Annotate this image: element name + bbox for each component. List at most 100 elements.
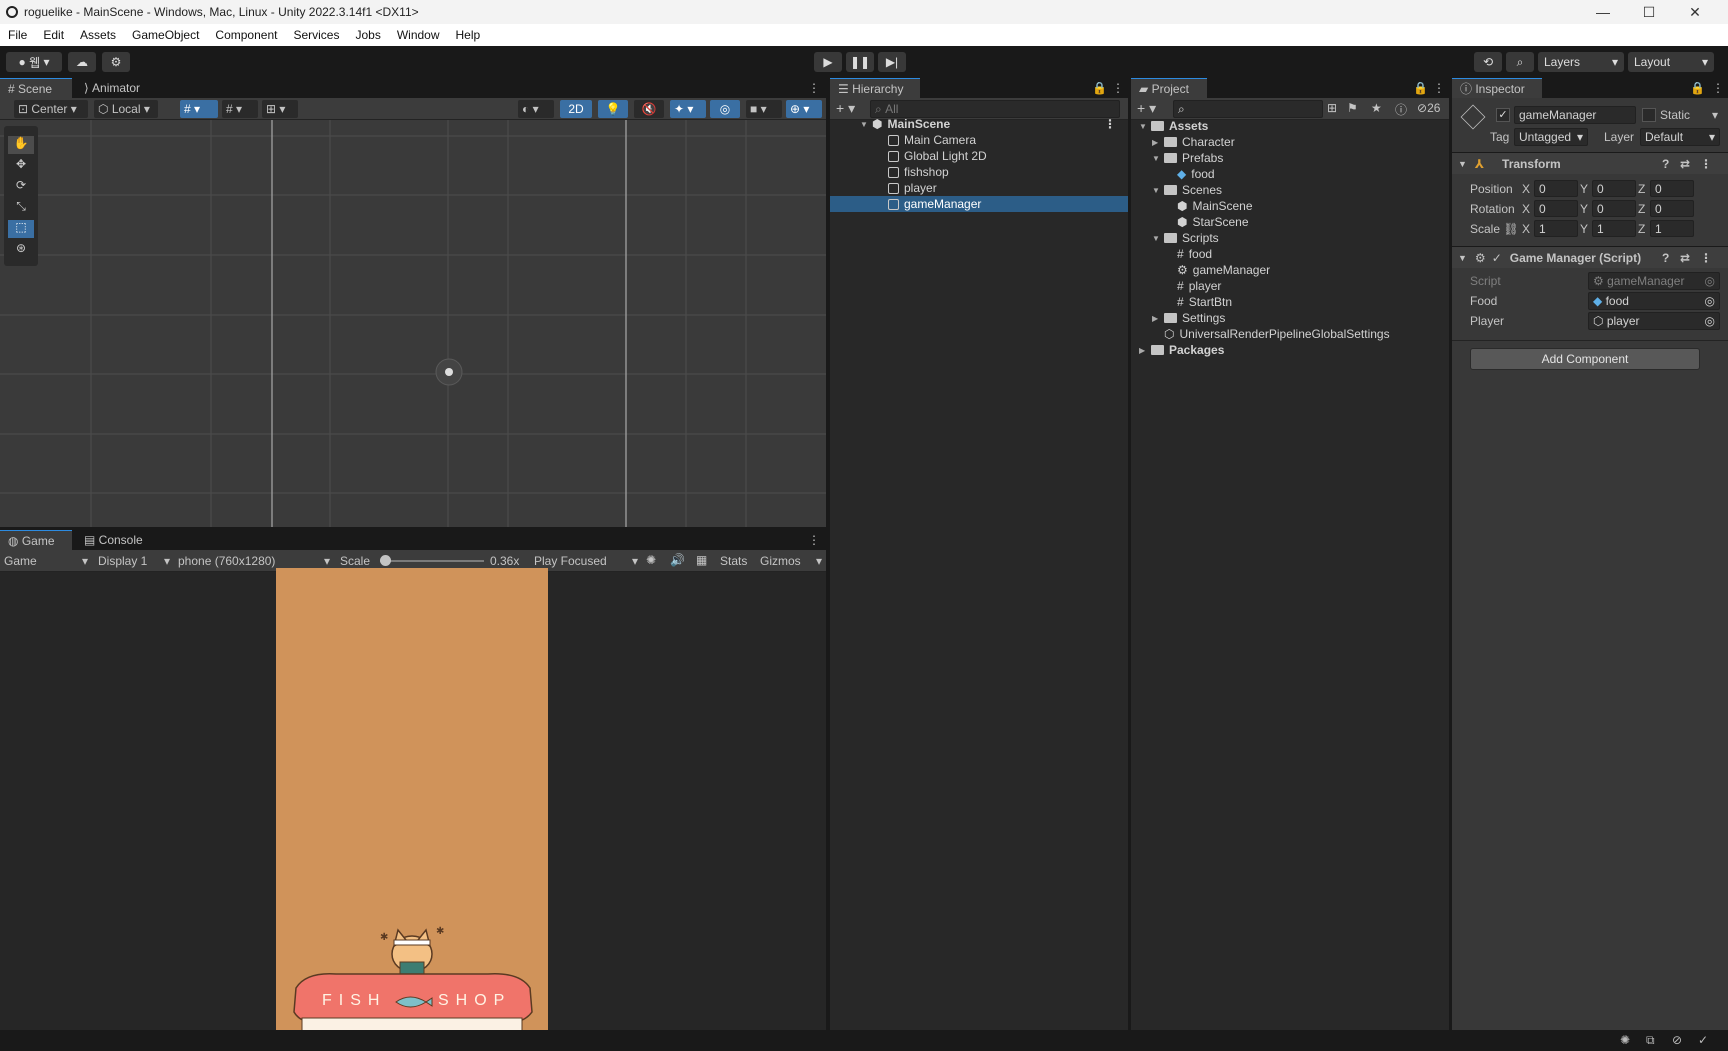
move-tool-icon[interactable]: ✥ xyxy=(8,157,34,175)
play-button[interactable]: ▶ xyxy=(814,52,842,72)
chevron-right-icon[interactable]: ▶ xyxy=(1152,138,1162,147)
link-icon[interactable]: ⛓ xyxy=(1503,222,1518,236)
rotation-y-field[interactable]: 0 xyxy=(1592,200,1636,217)
transform-tool-icon[interactable]: ⊛ xyxy=(8,241,34,259)
history-button[interactable]: ⟲ xyxy=(1474,52,1502,72)
layers-dropdown[interactable]: Layers ▾ xyxy=(1538,52,1624,72)
project-item[interactable]: # player xyxy=(1165,278,1221,294)
inspector-menu-icon[interactable]: ⋮ xyxy=(1704,78,1728,98)
project-item[interactable]: ⬡ UniversalRenderPipelineGlobalSettings xyxy=(1152,326,1390,342)
chevron-right-icon[interactable]: ▶ xyxy=(1152,314,1162,323)
scene-menu-icon[interactable]: ⋮ xyxy=(1104,117,1116,131)
bug-icon[interactable]: ✺ xyxy=(1620,1033,1630,1047)
project-item[interactable]: ◆ food xyxy=(1165,166,1215,182)
menu-edit[interactable]: Edit xyxy=(35,28,72,42)
pause-button[interactable]: ❚❚ xyxy=(846,52,874,72)
scale-slider-handle[interactable] xyxy=(380,555,391,566)
menu-file[interactable]: File xyxy=(0,28,35,42)
component-menu-icon[interactable]: ⋮ xyxy=(1700,251,1712,265)
speaker-icon[interactable]: 🔊 xyxy=(670,553,685,567)
chevron-right-icon[interactable]: ▶ xyxy=(1139,346,1149,355)
component-enabled-checkbox[interactable]: ✓ xyxy=(1492,251,1502,265)
tab-hierarchy[interactable]: ☰ Hierarchy xyxy=(830,78,920,98)
scene-menu-icon[interactable]: ⋮ xyxy=(800,78,828,98)
game-viewport[interactable]: ✱ ✱ FISH SHOP xyxy=(276,568,548,1030)
hidden-packages-button[interactable]: ⊘26 xyxy=(1417,101,1440,115)
2d-toggle-button[interactable]: 2D xyxy=(560,100,592,118)
project-item[interactable]: ▶ Character xyxy=(1152,134,1235,150)
gizmos-dropdown[interactable]: ⊕ ▾ xyxy=(786,100,822,118)
stats-grid-icon[interactable]: ▦ xyxy=(696,553,707,567)
resolution-dropdown[interactable]: phone (760x1280) ▾ xyxy=(178,554,330,568)
layers-stack-icon[interactable]: ⧉ xyxy=(1646,1033,1655,1048)
position-y-field[interactable]: 0 xyxy=(1592,180,1636,197)
camera-dropdown[interactable]: ■ ▾ xyxy=(746,100,782,118)
food-object-field[interactable]: ◆ food ◎ xyxy=(1588,292,1720,310)
menu-gameobject[interactable]: GameObject xyxy=(124,28,207,42)
favorite-icon[interactable]: ★ xyxy=(1371,101,1382,115)
rotation-x-field[interactable]: 0 xyxy=(1534,200,1578,217)
maximize-button[interactable]: ☐ xyxy=(1626,0,1672,24)
space-local-dropdown[interactable]: ⬡ Local ▾ xyxy=(94,100,158,118)
object-name-field[interactable]: gameManager xyxy=(1514,106,1636,124)
search-button[interactable]: ⌕ xyxy=(1506,52,1534,72)
player-object-field[interactable]: ⬡ player ◎ xyxy=(1588,312,1720,330)
grid-snap-button[interactable]: # ▾ xyxy=(180,100,218,118)
transform-header[interactable]: ▼ ⅄ Transform ? ⇄ ⋮ xyxy=(1452,152,1728,174)
project-item[interactable]: ▶ Packages xyxy=(1139,342,1224,358)
rotate-tool-icon[interactable]: ⟳ xyxy=(8,178,34,196)
search-by-type-icon[interactable]: ⊞ xyxy=(1327,101,1337,115)
help-icon[interactable]: ? xyxy=(1662,251,1669,265)
project-item[interactable]: ▼ Assets xyxy=(1139,118,1208,134)
add-component-button[interactable]: Add Component xyxy=(1470,348,1700,370)
tag-dropdown[interactable]: Untagged ▾ xyxy=(1514,128,1588,146)
gizmos-dropdown[interactable]: Gizmos ▾ xyxy=(760,554,822,568)
close-button[interactable]: ✕ xyxy=(1672,0,1718,24)
display-dropdown[interactable]: Display 1 ▾ xyxy=(98,554,170,568)
menu-assets[interactable]: Assets xyxy=(72,28,124,42)
progress-done-icon[interactable]: ✓ xyxy=(1698,1033,1708,1047)
info-icon[interactable]: ⓘ xyxy=(1395,101,1407,118)
hierarchy-scene-root[interactable]: ▼ ⬢ MainScene ⋮ xyxy=(860,116,1120,132)
scale-z-field[interactable]: 1 xyxy=(1650,220,1694,237)
minimize-button[interactable]: — xyxy=(1580,0,1626,24)
layer-dropdown[interactable]: Default ▾ xyxy=(1640,128,1720,146)
project-item[interactable]: ▼ Scenes xyxy=(1152,182,1222,198)
tab-animator[interactable]: ⟩ Animator xyxy=(76,78,160,98)
chevron-down-icon[interactable]: ▼ xyxy=(1152,154,1162,163)
chevron-down-icon[interactable]: ▼ xyxy=(1152,186,1162,195)
active-checkbox[interactable]: ✓ xyxy=(1496,108,1510,122)
help-icon[interactable]: ? xyxy=(1662,157,1669,171)
grid-visibility-button[interactable]: # ▾ xyxy=(222,100,258,118)
preset-icon[interactable]: ⇄ xyxy=(1680,251,1690,265)
menu-component[interactable]: Component xyxy=(207,28,285,42)
position-z-field[interactable]: 0 xyxy=(1650,180,1694,197)
draw-mode-dropdown[interactable]: ◐ ▾ xyxy=(518,100,554,118)
menu-help[interactable]: Help xyxy=(448,28,489,42)
menu-jobs[interactable]: Jobs xyxy=(347,28,388,42)
step-button[interactable]: ▶| xyxy=(878,52,906,72)
effects-dropdown[interactable]: ✦ ▾ xyxy=(670,100,706,118)
stats-button[interactable]: Stats xyxy=(720,554,747,568)
tab-console[interactable]: ▤ Console xyxy=(76,530,156,550)
project-search-input[interactable]: ⌕ xyxy=(1173,100,1323,118)
script-component-header[interactable]: ▼ ⚙ ✓ Game Manager (Script) ? ⇄ ⋮ xyxy=(1452,246,1728,268)
static-dropdown-icon[interactable]: ▾ xyxy=(1712,108,1718,122)
project-item[interactable]: ⬢ MainScene xyxy=(1165,198,1253,214)
tab-scene[interactable]: # Scene xyxy=(0,78,72,98)
position-x-field[interactable]: 0 xyxy=(1534,180,1578,197)
tab-inspector[interactable]: ⓘ Inspector xyxy=(1452,78,1542,98)
project-item[interactable]: # StartBtn xyxy=(1165,294,1232,310)
hierarchy-item-gamemanager[interactable]: gameManager xyxy=(830,196,1128,212)
hierarchy-add-button[interactable]: + ▾ xyxy=(836,100,855,117)
increment-snap-button[interactable]: ⊞ ▾ xyxy=(262,100,298,118)
project-item[interactable]: # food xyxy=(1165,246,1212,262)
bug-icon[interactable]: ✺ xyxy=(646,553,656,567)
tab-project[interactable]: ▰ Project xyxy=(1131,78,1207,98)
hierarchy-item-player[interactable]: player xyxy=(888,180,937,196)
scale-tool-icon[interactable]: ⤡ xyxy=(8,199,34,217)
rect-tool-icon[interactable]: ⬚ xyxy=(8,220,34,238)
play-focused-dropdown[interactable]: Play Focused ▾ xyxy=(534,554,638,568)
project-item[interactable]: ▼ Scripts xyxy=(1152,230,1219,246)
tab-game[interactable]: ◍ Game xyxy=(0,530,72,550)
